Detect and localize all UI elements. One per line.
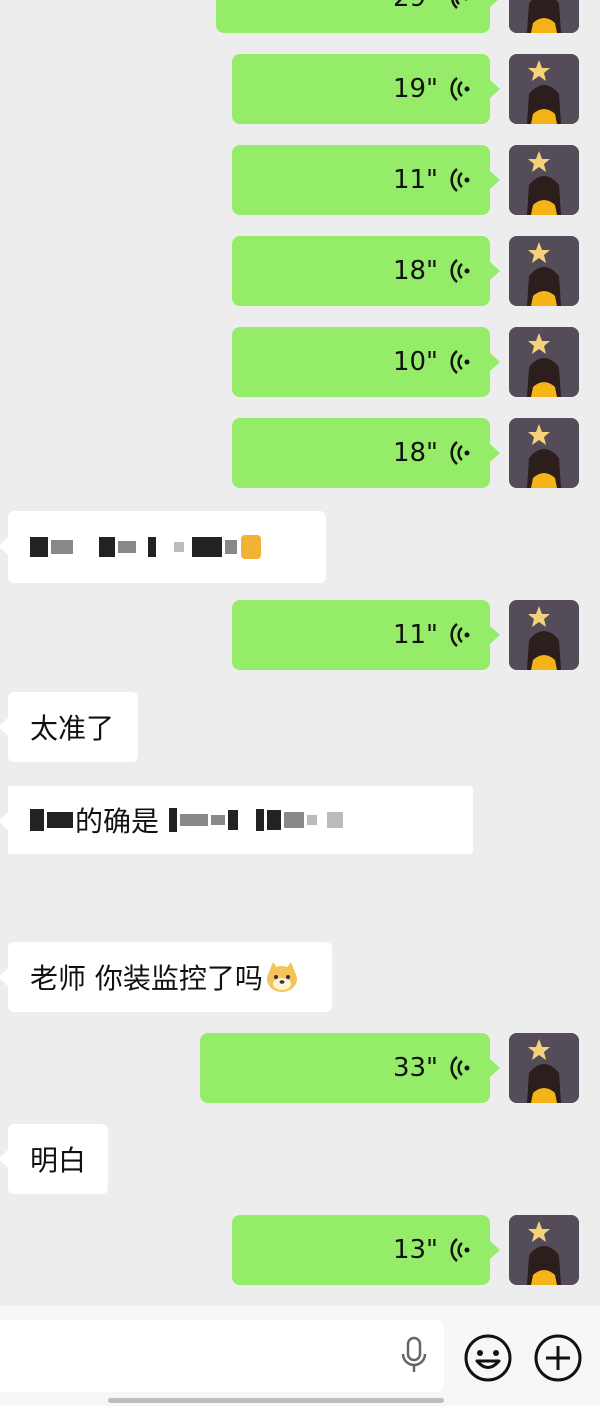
voice-message-row: 18" [0,418,600,490]
voice-wave-icon [450,623,470,647]
voice-message-bubble[interactable]: 11" [232,145,500,215]
voice-wave-icon [451,0,468,9]
redacted-block [211,815,226,825]
voice-message-bubble[interactable]: 18" [232,418,500,488]
chat-area[interactable]: 29" 19" 11" 18" [0,0,600,1300]
voice-message-row: 33" [0,1033,600,1105]
voice-wave-icon [450,1056,470,1080]
redacted-block [118,541,136,553]
incoming-message[interactable]: 太准了 [0,692,138,762]
voice-duration: 18" [392,438,438,468]
redacted-block [307,815,318,825]
redacted-block [228,810,239,830]
voice-wave-icon [450,441,470,465]
avatar[interactable] [509,0,579,33]
redacted-block [148,537,156,557]
thumbs-up-emoji-icon [241,535,261,559]
redacted-block [174,542,184,552]
voice-message-bubble[interactable]: 11" [232,600,500,670]
redacted-block [30,809,44,831]
incoming-message-redacted[interactable] [0,511,326,583]
voice-message-row: 13" [0,1215,600,1287]
incoming-message-partially-redacted[interactable]: 的确是 [0,786,473,854]
redacted-block [284,812,305,828]
redacted-block [327,812,344,828]
voice-duration: 33" [392,1053,438,1083]
voice-message-bubble[interactable]: 29" [216,0,500,33]
redacted-block [256,809,265,831]
message-input[interactable] [0,1320,444,1392]
voice-message-row: 11" [0,600,600,672]
voice-wave-icon [450,77,470,101]
plus-icon[interactable] [532,1332,584,1384]
voice-duration: 29" [393,0,438,13]
message-text: 的确是 [75,805,160,838]
avatar[interactable] [509,1033,579,1103]
voice-message-bubble[interactable]: 19" [232,54,500,124]
voice-duration: 13" [392,1235,438,1265]
redacted-block [225,540,237,554]
redacted-block [30,537,48,557]
avatar[interactable] [509,327,579,397]
redacted-block [51,540,73,554]
voice-duration: 11" [392,165,438,195]
redacted-block [47,812,73,828]
voice-message-row: 18" [0,236,600,308]
avatar[interactable] [509,236,579,306]
input-bar [0,1306,600,1406]
voice-message-row: 10" [0,327,600,399]
voice-message-bubble[interactable]: 13" [232,1215,500,1285]
voice-message-bubble[interactable]: 18" [232,236,500,306]
incoming-message[interactable]: 明白 [0,1124,108,1194]
home-indicator[interactable] [108,1398,444,1403]
redacted-block [192,537,222,557]
avatar[interactable] [509,418,579,488]
incoming-message[interactable]: 老师 你装监控了吗 [0,942,332,1012]
voice-wave-icon [450,350,470,374]
redacted-block [180,814,209,826]
redacted-block [169,808,178,832]
voice-wave-icon [450,1238,470,1262]
microphone-icon[interactable] [398,1336,430,1376]
voice-message-bubble[interactable]: 10" [232,327,500,397]
voice-message-row: 29" [0,0,600,35]
voice-duration: 18" [392,256,438,286]
voice-duration: 10" [392,347,438,377]
voice-wave-icon [450,259,470,283]
redacted-block [99,537,115,557]
message-text: 老师 你装监控了吗 [30,962,263,995]
voice-wave-icon [450,168,470,192]
avatar[interactable] [509,1215,579,1285]
voice-message-row: 19" [0,54,600,126]
doge-emoji-icon [266,962,297,992]
voice-duration: 19" [392,74,438,104]
message-text: 明白 [30,1144,87,1177]
avatar[interactable] [509,600,579,670]
voice-message-bubble[interactable]: 33" [200,1033,500,1103]
emoji-icon[interactable] [462,1332,514,1384]
voice-message-row: 11" [0,145,600,217]
avatar[interactable] [509,145,579,215]
avatar[interactable] [509,54,579,124]
voice-duration: 11" [392,620,438,650]
redacted-block [267,810,282,830]
message-text: 太准了 [30,712,115,745]
